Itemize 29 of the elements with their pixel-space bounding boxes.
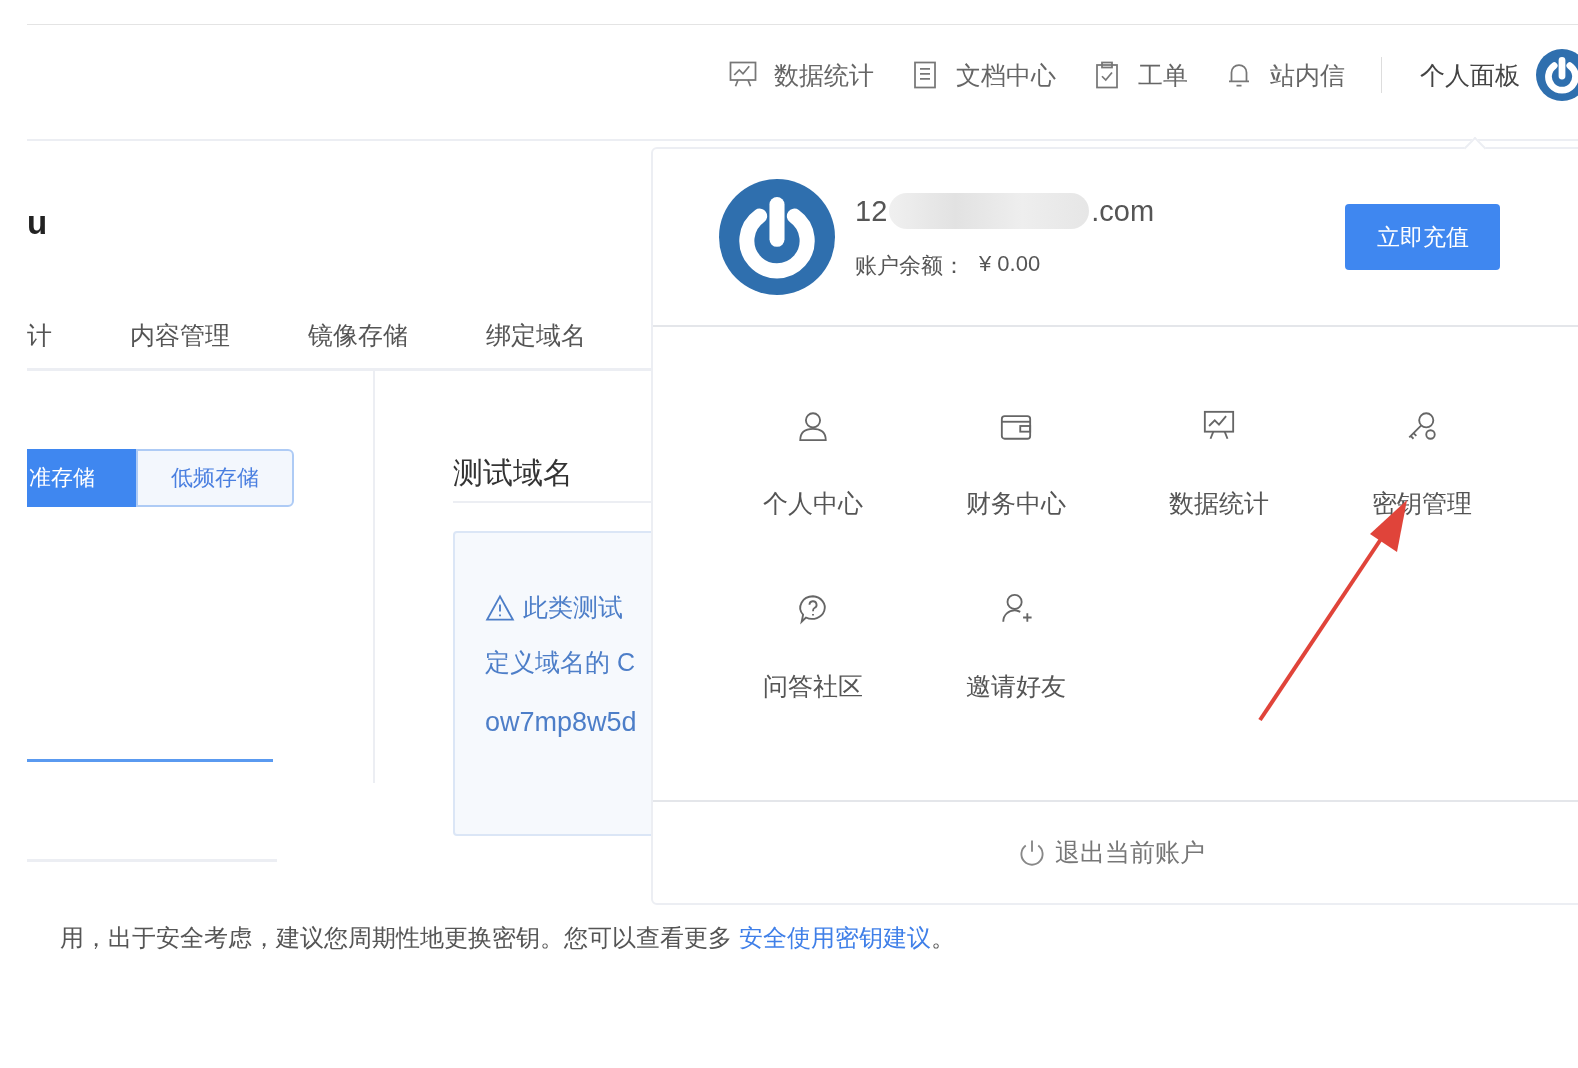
notice-text: 此类测试 <box>523 592 623 623</box>
nav-link[interactable]: 数据统计 <box>728 58 874 92</box>
balance-label: 账户余额： <box>855 252 965 280</box>
email-text: 12 <box>855 194 888 228</box>
tab[interactable]: 镜像存储 <box>308 320 408 350</box>
nav-link[interactable]: 站内信 <box>1224 58 1345 92</box>
security-note: 用，出于安全考虑，建议您周期性地更换密钥。您可以查看更多 安全使用密钥建议。 <box>60 923 955 953</box>
storage-type-tab[interactable]: 准存储 <box>27 449 137 507</box>
nav-link[interactable]: 工单 <box>1092 58 1188 92</box>
menu-item[interactable]: 问答社区 <box>711 592 914 703</box>
security-tips-link[interactable]: 安全使用密钥建议 <box>738 924 931 951</box>
menu-item[interactable]: 邀请好友 <box>914 592 1117 703</box>
avatar[interactable] <box>1536 49 1578 101</box>
account-panel-link[interactable]: 个人面板 <box>1420 58 1520 92</box>
email-text: .com <box>1091 194 1155 228</box>
tab[interactable]: 绑定域名 <box>486 320 586 350</box>
bucket-title: u <box>27 203 48 243</box>
balance-value: ¥ 0.00 <box>979 251 1041 278</box>
recharge-button[interactable]: 立即充值 <box>1345 204 1500 270</box>
logout-link[interactable]: 退出当前账户 <box>1017 836 1205 869</box>
domain-text: ow7mp8w5d <box>485 707 637 738</box>
menu-item[interactable]: 财务中心 <box>914 409 1117 520</box>
notice-text: 定义域名的 C <box>485 647 635 678</box>
tab[interactable]: 计 <box>27 320 52 350</box>
menu-item[interactable]: 数据统计 <box>1117 409 1320 520</box>
tab[interactable]: 内容管理 <box>130 320 230 350</box>
warning-icon <box>485 593 515 622</box>
storage-type-tab[interactable]: 低频存储 <box>136 449 294 507</box>
nav-link[interactable]: 文档中心 <box>910 58 1056 92</box>
